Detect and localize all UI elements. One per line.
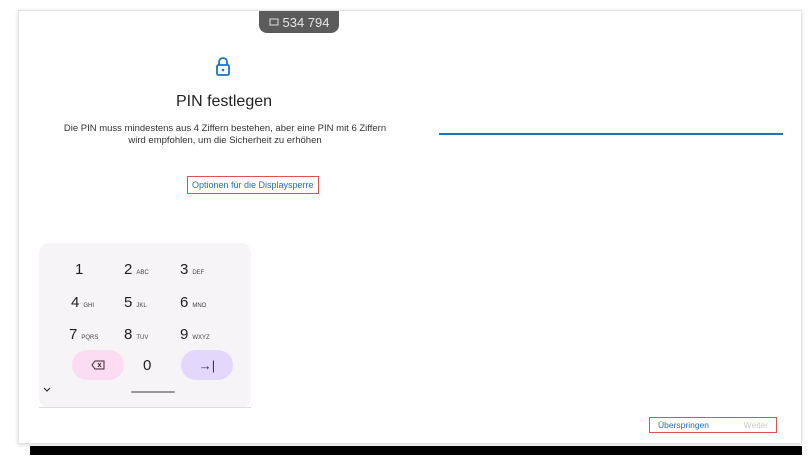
page-description: Die PIN muss mindestens aus 4 Ziffern be… [29,123,421,147]
key-8[interactable]: 8 TUV [124,326,148,343]
description-line-1: Die PIN muss mindestens aus 4 Ziffern be… [63,123,387,134]
key-digit: 2 [124,261,133,278]
status-chip: 534 794 [259,11,339,33]
keyboard-handle[interactable] [131,391,175,393]
key-5[interactable]: 5 JKL [124,294,147,311]
key-digit: 6 [180,294,189,311]
key-1[interactable]: 1 [75,261,87,278]
skip-button[interactable]: Überspringen [658,420,709,430]
pin-input-field[interactable] [439,133,783,135]
key-letters: ABC [136,270,149,276]
key-letters: TUV [136,335,149,341]
key-2[interactable]: 2 ABC [124,261,149,278]
key-digit: 4 [71,294,80,311]
setup-screen: 534 794 PIN festlegen Die PIN muss minde… [18,10,802,444]
key-letters: WXYZ [192,335,210,341]
key-letters: MNO [192,303,207,309]
key-9[interactable]: 9 WXYZ [180,326,210,343]
key-4[interactable]: 4 GHI [71,294,94,311]
backspace-icon [91,360,105,370]
key-letters: DEF [192,270,205,276]
key-7[interactable]: 7 PQRS [69,326,98,343]
key-0[interactable]: 0 [143,357,151,374]
enter-button[interactable]: →| [181,350,233,380]
page-title: PIN festlegen [175,93,273,110]
chevron-down-icon[interactable] [42,386,52,394]
bottom-bar [30,446,802,455]
key-letters: GHI [83,303,95,309]
lock-icon [216,57,230,76]
keypad-divider [39,407,251,408]
key-digit: 5 [124,294,133,311]
key-6[interactable]: 6 MNO [180,294,206,311]
tab-arrow-icon: →| [198,357,216,373]
key-digit: 3 [180,261,189,278]
numeric-keypad: 1 2 ABC 3 DEF 4 GHI 5 JKL 6 MNO 7 PQRS 8 [39,243,251,408]
key-digit: 7 [69,326,78,343]
key-3[interactable]: 3 DEF [180,261,204,278]
key-digit: 0 [143,357,152,374]
delete-button[interactable] [72,350,124,380]
description-line-2: wird empfohlen, um die Sicherheit zu erh… [128,135,322,146]
action-buttons-group: Überspringen Weiter [649,417,777,433]
screen-lock-options-link[interactable]: Optionen für die Displaysperre [187,176,319,194]
next-button[interactable]: Weiter [744,420,768,430]
key-digit: 1 [75,261,84,278]
window-icon [269,18,278,26]
key-digit: 8 [124,326,133,343]
key-letters: PQRS [81,335,99,341]
key-digit: 9 [180,326,189,343]
status-chip-text: 534 794 [282,14,330,30]
key-letters: JKL [136,303,147,309]
